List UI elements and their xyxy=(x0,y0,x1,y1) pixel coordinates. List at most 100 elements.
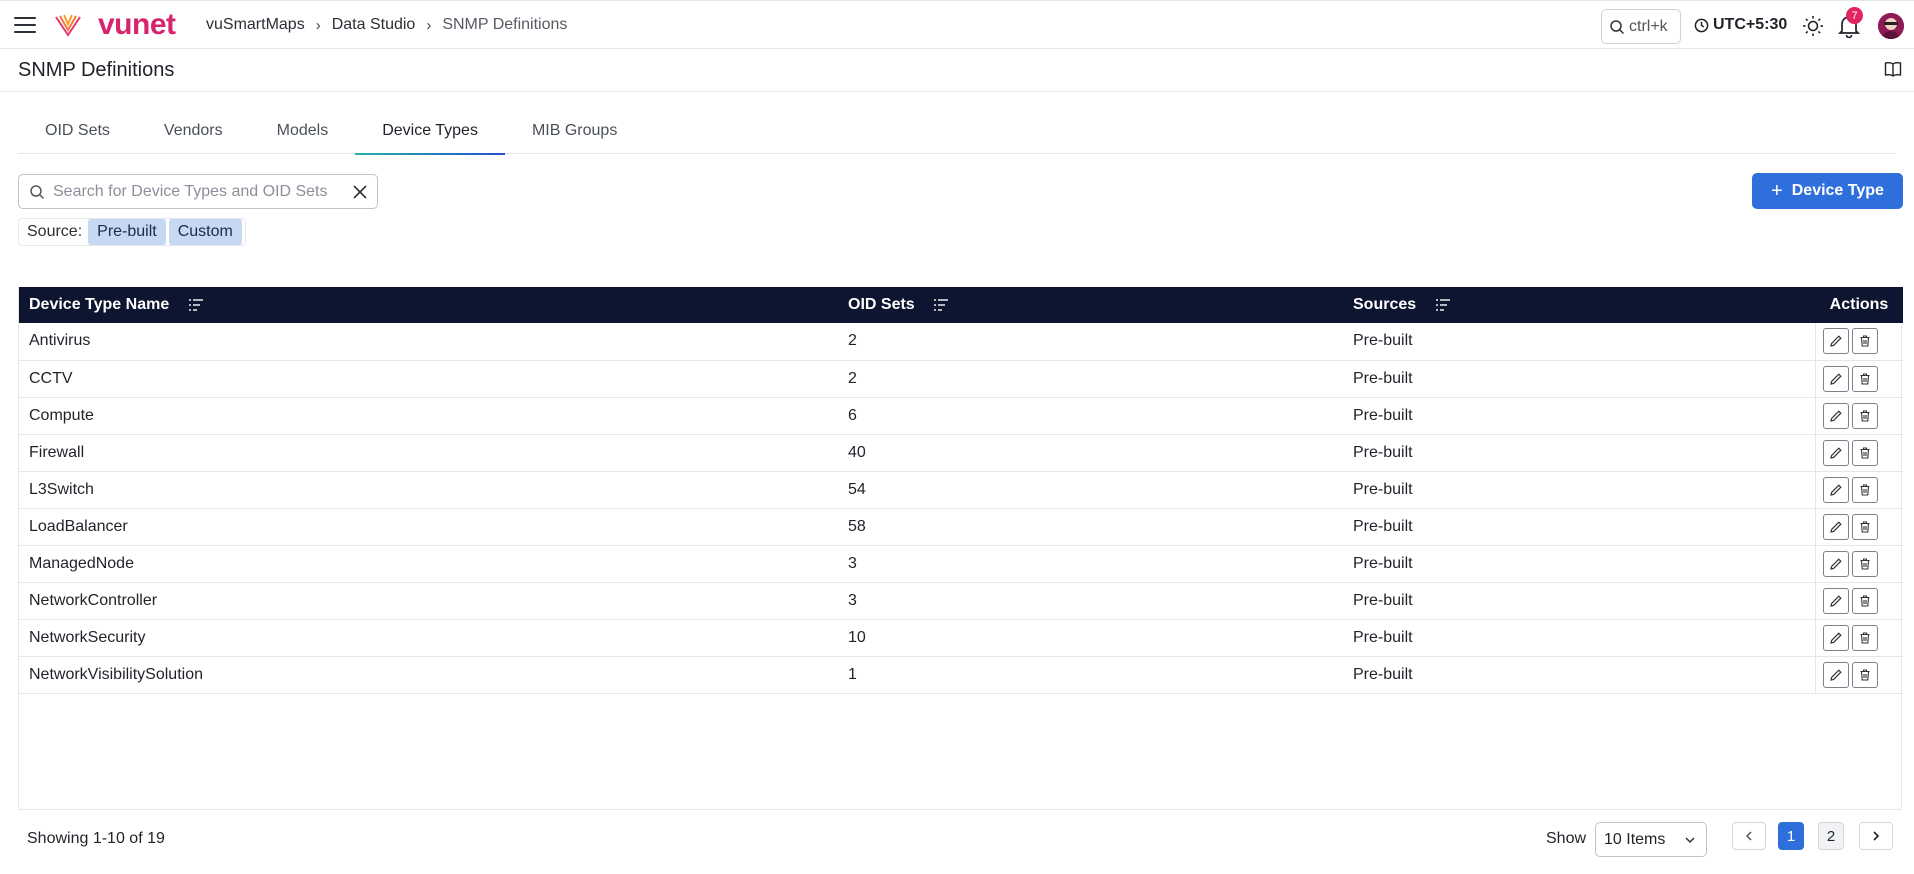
edit-button[interactable] xyxy=(1822,587,1849,614)
cell-device-type-name: NetworkSecurity xyxy=(29,628,146,646)
trash-icon xyxy=(1860,483,1869,496)
device-types-table: Device Type Name OID Sets Sources Action… xyxy=(18,287,1903,810)
user-avatar[interactable] xyxy=(1878,13,1904,39)
delete-button[interactable] xyxy=(1851,328,1878,355)
delete-button[interactable] xyxy=(1851,550,1878,577)
edit-button[interactable] xyxy=(1822,365,1849,392)
table-row[interactable]: NetworkVisibilitySolution 1 Pre-built xyxy=(19,656,1903,693)
column-filter-icon[interactable] xyxy=(188,298,204,312)
cell-oid-sets: 3 xyxy=(848,554,857,572)
cell-actions xyxy=(1814,434,1903,471)
page-button-2[interactable]: 2 xyxy=(1818,822,1844,850)
tab-models[interactable]: Models xyxy=(250,114,356,154)
chevron-right-icon: › xyxy=(315,16,321,34)
tab-mib-groups[interactable]: MIB Groups xyxy=(505,114,644,154)
cell-source: Pre-built xyxy=(1353,406,1413,424)
chevron-down-icon xyxy=(1685,837,1695,844)
source-chip-custom[interactable]: Custom xyxy=(168,219,242,245)
delete-button[interactable] xyxy=(1851,439,1878,466)
edit-button[interactable] xyxy=(1822,328,1849,355)
delete-button[interactable] xyxy=(1851,624,1878,651)
delete-button[interactable] xyxy=(1851,513,1878,540)
previous-page-button[interactable] xyxy=(1732,822,1766,850)
timezone-selector[interactable]: UTC+5:30 xyxy=(1694,16,1787,34)
delete-button[interactable] xyxy=(1851,402,1878,429)
edit-pencil-icon xyxy=(1829,409,1842,422)
delete-button[interactable] xyxy=(1851,476,1878,503)
trash-icon xyxy=(1860,409,1869,422)
delete-button[interactable] xyxy=(1851,587,1878,614)
menu-icon[interactable] xyxy=(14,17,36,33)
page-size-select[interactable]: 10 Items xyxy=(1595,822,1707,857)
table-row[interactable]: Compute 6 Pre-built xyxy=(19,397,1903,434)
column-header-sources: Sources xyxy=(1343,287,1815,323)
edit-button[interactable] xyxy=(1822,513,1849,540)
delete-button[interactable] xyxy=(1851,365,1878,392)
cell-actions xyxy=(1814,619,1903,656)
next-page-button[interactable] xyxy=(1859,822,1893,850)
cell-oid-sets: 1 xyxy=(848,665,857,683)
breadcrumb-item-data-studio[interactable]: Data Studio xyxy=(332,16,416,34)
trash-icon xyxy=(1860,668,1869,681)
cell-oid-sets: 54 xyxy=(848,480,866,498)
table-row[interactable]: LoadBalancer 58 Pre-built xyxy=(19,508,1903,545)
table-row[interactable]: Antivirus 2 Pre-built xyxy=(19,323,1903,360)
trash-icon xyxy=(1860,372,1869,385)
brand-logo-text: vunet xyxy=(98,8,176,41)
page-title: SNMP Definitions xyxy=(18,59,175,81)
table-row[interactable]: L3Switch 54 Pre-built xyxy=(19,471,1903,508)
column-filter-icon[interactable] xyxy=(933,298,949,312)
add-device-type-button[interactable]: + Device Type xyxy=(1752,173,1903,209)
vunet-logo-icon xyxy=(55,14,81,37)
cell-oid-sets: 2 xyxy=(848,332,857,350)
cell-source: Pre-built xyxy=(1353,554,1413,572)
table-body: Antivirus 2 Pre-built CCTV 2 Pre-built Compute… xyxy=(19,323,1903,693)
edit-button[interactable] xyxy=(1822,402,1849,429)
chevron-left-icon xyxy=(1745,831,1752,841)
source-chip-pre-built[interactable]: Pre-built xyxy=(88,219,166,245)
table-row[interactable]: ManagedNode 3 Pre-built xyxy=(19,545,1903,582)
search-input[interactable] xyxy=(53,182,348,201)
global-search-button[interactable]: ctrl+k xyxy=(1601,9,1681,44)
table-row[interactable]: CCTV 2 Pre-built xyxy=(19,360,1903,397)
cell-actions xyxy=(1814,471,1903,508)
column-filter-icon[interactable] xyxy=(1435,298,1451,312)
edit-button[interactable] xyxy=(1822,550,1849,577)
tab-oid-sets[interactable]: OID Sets xyxy=(18,114,137,154)
cell-source: Pre-built xyxy=(1353,369,1413,387)
edit-button[interactable] xyxy=(1822,661,1849,688)
device-type-search xyxy=(18,174,378,209)
cell-source: Pre-built xyxy=(1353,665,1413,683)
clear-search-icon[interactable] xyxy=(352,184,368,200)
page-button-1[interactable]: 1 xyxy=(1778,822,1804,850)
cell-device-type-name: LoadBalancer xyxy=(29,517,128,535)
cell-device-type-name: ManagedNode xyxy=(29,554,134,572)
cell-device-type-name: L3Switch xyxy=(29,480,94,498)
breadcrumb-item-vusmartmaps[interactable]: vuSmartMaps xyxy=(206,16,305,34)
table-row[interactable]: NetworkSecurity 10 Pre-built xyxy=(19,619,1903,656)
edit-pencil-icon xyxy=(1829,483,1842,496)
page-size-value: 10 Items xyxy=(1604,830,1666,848)
cell-source: Pre-built xyxy=(1353,332,1413,350)
trash-icon xyxy=(1860,557,1869,570)
source-filter: Source: Pre-built Custom xyxy=(18,218,246,246)
tab-device-types[interactable]: Device Types xyxy=(355,114,505,155)
breadcrumb-item-current: SNMP Definitions xyxy=(442,16,568,33)
table-row[interactable]: NetworkController 3 Pre-built xyxy=(19,582,1903,619)
trash-icon xyxy=(1860,446,1869,459)
trash-icon xyxy=(1860,631,1869,644)
theme-toggle-sun-icon[interactable] xyxy=(1802,15,1824,37)
clock-icon xyxy=(1694,18,1709,32)
cell-actions xyxy=(1814,582,1903,619)
table-header-row: Device Type Name OID Sets Sources Action… xyxy=(19,287,1903,323)
edit-button[interactable] xyxy=(1822,439,1849,466)
documentation-book-icon[interactable] xyxy=(1884,61,1902,77)
cell-device-type-name: CCTV xyxy=(29,369,73,387)
cell-actions xyxy=(1814,323,1903,360)
edit-button[interactable] xyxy=(1822,624,1849,651)
cell-actions xyxy=(1814,360,1903,397)
edit-button[interactable] xyxy=(1822,476,1849,503)
delete-button[interactable] xyxy=(1851,661,1878,688)
table-row[interactable]: Firewall 40 Pre-built xyxy=(19,434,1903,471)
tab-vendors[interactable]: Vendors xyxy=(137,114,250,154)
